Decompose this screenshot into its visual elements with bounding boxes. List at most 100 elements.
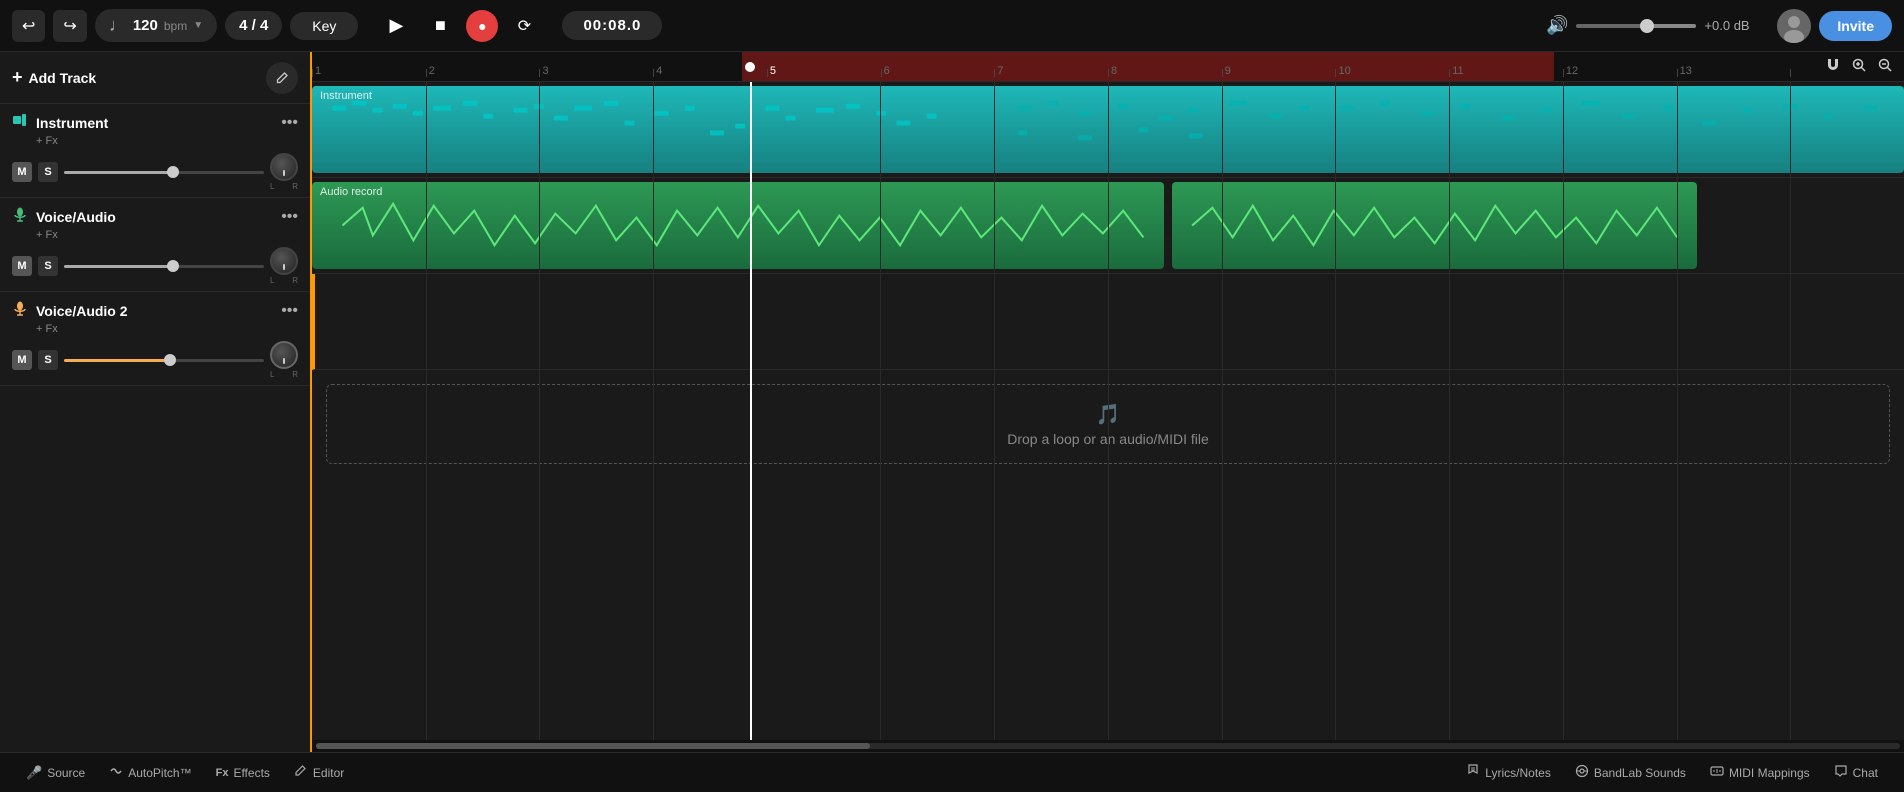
tempo-dropdown-icon[interactable]: ▼ <box>193 20 203 31</box>
effects-label: Effects <box>233 766 269 780</box>
voice2-fx[interactable]: + Fx <box>36 323 298 335</box>
waveform-svg-1 <box>312 182 1164 269</box>
key-button[interactable]: Key <box>290 12 358 40</box>
track-header-voice: Voice/Audio ••• <box>12 206 298 227</box>
ruler-mark-1: 1 <box>312 52 426 77</box>
voice2-pan-knob[interactable] <box>270 341 298 369</box>
zoom-out-button[interactable] <box>1874 54 1896 79</box>
timeline-scrollbar[interactable] <box>312 740 1904 752</box>
midi-mappings-tab[interactable]: MIDI Mappings <box>1700 760 1820 785</box>
pen-button[interactable] <box>266 62 298 94</box>
instrument-pan-knob[interactable] <box>270 153 298 181</box>
voice-pan-knob[interactable] <box>270 247 298 275</box>
track-row-voice-audio: Audio record <box>312 178 1904 274</box>
effects-icon: Fx <box>216 767 229 779</box>
bandlab-sounds-icon <box>1575 764 1589 781</box>
zoom-in-button[interactable] <box>1848 54 1870 79</box>
ruler-mark-11: 11 <box>1449 52 1563 77</box>
instrument-clip[interactable]: Instrument <box>312 86 1904 173</box>
stop-button[interactable]: ■ <box>422 8 458 44</box>
add-track-label: Add Track <box>29 70 97 86</box>
scrollbar-thumb[interactable] <box>316 743 870 749</box>
tracks-scroll[interactable]: Instrument <box>312 82 1904 740</box>
add-track-button[interactable]: + Add Track <box>12 67 96 88</box>
source-label: Source <box>47 766 85 780</box>
voice-fx[interactable]: + Fx <box>36 229 298 241</box>
voice2-more-button[interactable]: ••• <box>281 302 298 320</box>
midi-mappings-label: MIDI Mappings <box>1729 766 1810 780</box>
effects-tab[interactable]: Fx Effects <box>206 762 280 784</box>
midi-mappings-icon <box>1710 764 1724 781</box>
instrument-fx[interactable]: + Fx <box>36 135 298 147</box>
bottom-bar: 🎤 Source AutoPitch™ Fx Effects Editor <box>0 752 1904 792</box>
voice-icon <box>12 206 28 227</box>
voice2-icon <box>12 300 28 321</box>
chat-label: Chat <box>1853 766 1878 780</box>
lyrics-notes-tab[interactable]: Lyrics/Notes <box>1456 760 1561 785</box>
ruler[interactable]: 1 2 3 4 5 6 7 8 9 10 11 12 13 <box>312 52 1904 82</box>
chat-icon <box>1834 764 1848 781</box>
voice-controls: M S LR <box>12 247 298 285</box>
track-name-row-voice: Voice/Audio <box>12 206 116 227</box>
invite-button[interactable]: Invite <box>1819 11 1892 41</box>
redo-button[interactable]: ↪ <box>53 10 86 42</box>
undo-button[interactable]: ↩ <box>12 10 45 42</box>
instrument-volume-slider[interactable] <box>64 171 264 174</box>
autopitch-tab[interactable]: AutoPitch™ <box>99 760 201 785</box>
lyrics-icon <box>1466 764 1480 781</box>
ruler-mark-3: 3 <box>539 52 653 77</box>
top-bar: ↩ ↪ ♩ 120 bpm ▼ 4 / 4 Key ▶ ■ ● ⟳ 00:08.… <box>0 0 1904 52</box>
voice-solo-button[interactable]: S <box>38 256 58 276</box>
instrument-solo-button[interactable]: S <box>38 162 58 182</box>
time-display: 00:08.0 <box>562 11 662 40</box>
tempo-display: ♩ 120 bpm ▼ <box>95 9 217 42</box>
instrument-mute-button[interactable]: M <box>12 162 32 182</box>
ruler-mark-6: 6 <box>881 52 995 77</box>
time-signature[interactable]: 4 / 4 <box>225 11 282 40</box>
magnet-button[interactable] <box>1822 54 1844 79</box>
ruler-mark-5: 5 <box>767 52 881 77</box>
db-display: +0.0 dB <box>1704 18 1769 33</box>
voice-mute-button[interactable]: M <box>12 256 32 276</box>
ruler-mark-10: 10 <box>1335 52 1449 77</box>
volume-slider[interactable] <box>1576 24 1696 28</box>
audio-clip-2[interactable] <box>1172 182 1697 269</box>
voice-more-button[interactable]: ••• <box>281 208 298 226</box>
source-icon: 🎤 <box>26 765 42 781</box>
main-area: + Add Track Instrument <box>0 52 1904 752</box>
bandlab-sounds-tab[interactable]: BandLab Sounds <box>1565 760 1696 785</box>
ruler-mark-12: 12 <box>1563 52 1677 77</box>
loop-button[interactable]: ⟳ <box>506 8 542 44</box>
instrument-more-button[interactable]: ••• <box>281 114 298 132</box>
source-tab[interactable]: 🎤 Source <box>16 761 95 785</box>
avatar <box>1777 9 1811 43</box>
voice2-controls: M S LR <box>12 341 298 379</box>
editor-label: Editor <box>313 766 344 780</box>
volume-section: 🔊 +0.0 dB <box>1546 15 1769 36</box>
voice-volume-slider[interactable] <box>64 265 264 268</box>
drop-zone-icon: 🎵 <box>1096 402 1121 427</box>
voice2-solo-button[interactable]: S <box>38 350 58 370</box>
voice2-mute-button[interactable]: M <box>12 350 32 370</box>
drop-zone-container: 🎵 Drop a loop or an audio/MIDI file <box>312 370 1904 478</box>
record-button[interactable]: ● <box>466 10 498 42</box>
ruler-mark-7: 7 <box>994 52 1108 77</box>
waveform-svg-2 <box>1172 182 1697 269</box>
voice2-volume-slider[interactable] <box>64 359 264 362</box>
ruler-mark-9: 9 <box>1222 52 1336 77</box>
voice-lr-labels: LR <box>270 276 298 285</box>
track-header-voice2: Voice/Audio 2 ••• <box>12 300 298 321</box>
audio-clip-1[interactable]: Audio record <box>312 182 1164 269</box>
tempo-unit: bpm <box>164 19 187 33</box>
track-item-instrument: Instrument ••• + Fx M S LR <box>0 104 310 198</box>
chat-tab[interactable]: Chat <box>1824 760 1888 785</box>
drop-zone-text: Drop a loop or an audio/MIDI file <box>1007 431 1209 447</box>
editor-tab[interactable]: Editor <box>284 760 354 785</box>
tempo-value[interactable]: 120 <box>133 17 158 34</box>
track-item-voice-audio-2: Voice/Audio 2 ••• + Fx M S LR <box>0 292 310 386</box>
drop-zone[interactable]: 🎵 Drop a loop or an audio/MIDI file <box>326 384 1890 464</box>
voice2-lr-labels: LR <box>270 370 298 379</box>
play-button[interactable]: ▶ <box>378 8 414 44</box>
ruler-mark-13: 13 <box>1677 52 1791 77</box>
bandlab-sounds-label: BandLab Sounds <box>1594 766 1686 780</box>
